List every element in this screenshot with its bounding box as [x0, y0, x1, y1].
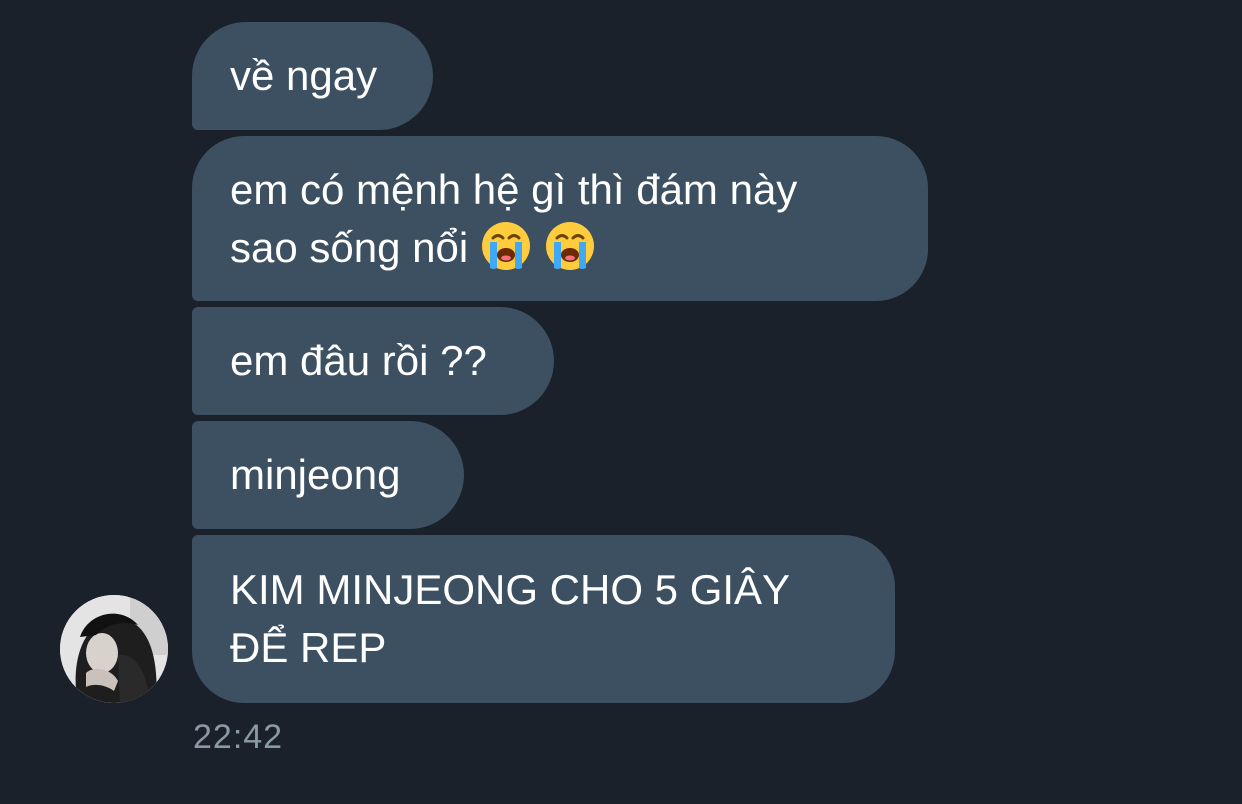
message-bubble[interactable]: minjeong [192, 421, 464, 529]
loudly-crying-face-icon [482, 221, 531, 270]
message-text: minjeong [230, 451, 401, 498]
message-bubble[interactable]: em đâu rồi ?? [192, 307, 554, 415]
message-text: về ngay [230, 52, 378, 99]
message-bubble[interactable]: em có mệnh hệ gì thì đám này sao sống nổ… [192, 136, 928, 301]
message-bubble[interactable]: KIM MINJEONG CHO 5 GIÂY ĐỂ REP [192, 535, 895, 703]
message-text: em đâu rồi ?? [230, 337, 487, 384]
message-text-with-emoji: em có mệnh hệ gì thì đám này sao sống nổ… [230, 161, 797, 277]
message-timestamp: 22:42 [193, 718, 284, 756]
loudly-crying-face-icon [546, 221, 595, 270]
avatar[interactable] [60, 595, 168, 703]
message-bubble[interactable]: về ngay [192, 22, 433, 130]
message-thread: về ngay em có mệnh hệ gì thì đám này sao… [0, 0, 1242, 804]
profile-photo-icon [60, 595, 168, 703]
message-text: KIM MINJEONG CHO 5 GIÂY ĐỂ REP [230, 566, 791, 671]
